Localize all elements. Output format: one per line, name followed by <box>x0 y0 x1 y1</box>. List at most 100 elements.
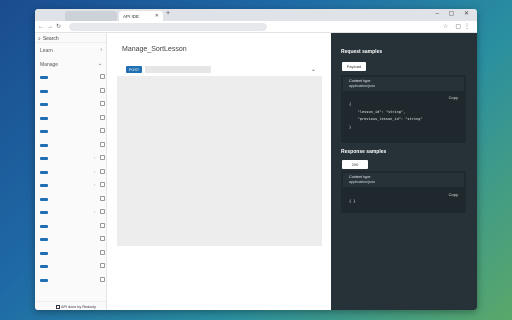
sidebar-item[interactable] <box>35 274 106 288</box>
sidebar-item[interactable]: › <box>35 152 106 166</box>
new-tab-button[interactable]: + <box>166 10 170 17</box>
method-badge <box>40 238 48 241</box>
response-samples-heading: Response samples <box>341 149 387 155</box>
samples-panel: Request samples Payload Content type app… <box>331 33 477 310</box>
method-badge <box>40 157 48 160</box>
payload-tab[interactable]: Payload <box>342 62 366 71</box>
back-icon[interactable]: ← <box>38 24 47 30</box>
search-label: Search <box>42 36 59 42</box>
item-checkbox[interactable] <box>100 236 105 241</box>
item-checkbox[interactable] <box>100 222 105 228</box>
sidebar-item[interactable] <box>35 112 106 126</box>
menu-icon[interactable]: ⋮ <box>464 24 473 30</box>
method-badge <box>40 143 48 147</box>
extension-icon[interactable]: ▢ <box>455 24 464 30</box>
browser-tab-inactive[interactable] <box>65 11 117 21</box>
method-badge <box>40 224 48 228</box>
chevron-down-icon[interactable]: ⌄ <box>311 66 316 73</box>
item-checkbox[interactable] <box>100 168 105 174</box>
sidebar-item[interactable] <box>35 139 106 153</box>
sidebar-item[interactable] <box>35 71 106 85</box>
method-badge <box>40 116 48 120</box>
item-checkbox[interactable] <box>100 155 105 160</box>
item-checkbox[interactable] <box>100 209 105 214</box>
window-controls[interactable]: – ▢ ✕ <box>436 10 473 17</box>
http-method-badge: POST <box>126 66 142 73</box>
operation-body <box>117 76 322 246</box>
content-type-box: Content type application/json <box>343 173 464 187</box>
method-badge <box>40 76 48 79</box>
content-type-label: Content type <box>349 79 371 83</box>
response-code: { } <box>349 198 356 206</box>
sidebar-item[interactable] <box>35 260 106 274</box>
copy-button[interactable]: Copy <box>449 95 458 100</box>
sidebar-group-label: Learn <box>40 48 53 54</box>
sidebar-item[interactable]: › <box>35 166 106 180</box>
content-type-box: Content type application/json <box>343 77 464 91</box>
sidebar: ⌕ Search Learn › Manage ⌄ › › › › API docs b… <box>35 33 107 310</box>
chevron-right-icon: › <box>100 47 102 53</box>
tab-title: API IDE <box>123 13 140 19</box>
search-icon: ⌕ <box>38 36 41 42</box>
item-checkbox[interactable] <box>100 87 105 93</box>
endpoint-path[interactable] <box>145 66 211 73</box>
method-badge <box>40 265 48 268</box>
reload-icon[interactable]: ↻ <box>56 24 64 30</box>
request-code: { "lesson_id": "string", "previous_lesso… <box>349 101 423 131</box>
item-checkbox[interactable] <box>100 128 105 133</box>
main-panel: Manage_SortLesson POST ⌄ <box>107 33 331 310</box>
content-type-value: application/json <box>349 84 376 88</box>
chevron-down-icon: ⌄ <box>97 61 102 67</box>
response-sample-box: Content type application/json Copy { } <box>341 171 466 213</box>
code-line: } <box>349 124 352 129</box>
address-bar-row: ←→↻ ☆ ▢⋮ <box>35 21 477 33</box>
sidebar-item[interactable] <box>35 85 106 99</box>
sidebar-item-list: › › › › <box>35 71 106 287</box>
chevron-right-icon: › <box>94 209 96 214</box>
sidebar-footer[interactable]: API docs by Redocly <box>35 301 106 310</box>
item-checkbox[interactable] <box>100 263 105 268</box>
item-checkbox[interactable] <box>100 182 105 187</box>
chevron-right-icon: › <box>94 155 96 160</box>
method-badge <box>40 184 48 187</box>
content-type-value: application/json <box>349 180 376 184</box>
nav-buttons: ←→↻ <box>38 23 64 30</box>
sidebar-item[interactable]: › <box>35 179 106 193</box>
code-line: "previous_lesson_id": "string" <box>349 117 423 121</box>
method-badge <box>40 197 48 201</box>
response-200-tab[interactable]: 200 <box>342 160 368 169</box>
code-line: "lesson_id": "string", <box>349 109 406 114</box>
sidebar-item[interactable]: › <box>35 206 106 220</box>
item-checkbox[interactable] <box>100 276 105 282</box>
sidebar-item[interactable] <box>35 247 106 261</box>
request-samples-heading: Request samples <box>341 49 383 55</box>
item-checkbox[interactable] <box>100 195 105 201</box>
item-checkbox[interactable] <box>100 114 105 120</box>
method-badge <box>40 130 48 133</box>
method-badge <box>40 170 48 174</box>
chevron-right-icon: › <box>94 182 96 187</box>
bookmark-star-icon[interactable]: ☆ <box>443 24 451 30</box>
item-checkbox[interactable] <box>100 101 105 106</box>
url-input[interactable] <box>69 23 267 31</box>
item-checkbox[interactable] <box>100 249 105 255</box>
item-checkbox[interactable] <box>100 74 105 79</box>
docs-page: ⌕ Search Learn › Manage ⌄ › › › › API docs b… <box>35 33 477 310</box>
sidebar-item[interactable] <box>35 220 106 234</box>
sidebar-group-manage[interactable]: Manage ⌄ <box>35 57 106 71</box>
tab-strip: API IDE ✕ + – ▢ ✕ <box>35 9 477 21</box>
forward-icon[interactable]: → <box>47 24 56 30</box>
sidebar-item[interactable] <box>35 125 106 139</box>
sidebar-item[interactable] <box>35 98 106 112</box>
browser-tab-active[interactable]: API IDE ✕ <box>119 11 163 21</box>
sidebar-item[interactable] <box>35 193 106 207</box>
search-box[interactable]: ⌕ Search <box>35 33 106 43</box>
sidebar-group-learn[interactable]: Learn › <box>35 43 106 57</box>
browser-window: API IDE ✕ + – ▢ ✕ ←→↻ ☆ ▢⋮ ⌕ Search Learn … <box>35 9 477 310</box>
copy-button[interactable]: Copy <box>449 192 458 197</box>
close-tab-icon[interactable]: ✕ <box>155 13 159 19</box>
chevron-right-icon: › <box>94 168 96 174</box>
code-line: { <box>349 102 352 106</box>
sidebar-item[interactable] <box>35 233 106 247</box>
item-checkbox[interactable] <box>100 141 105 147</box>
